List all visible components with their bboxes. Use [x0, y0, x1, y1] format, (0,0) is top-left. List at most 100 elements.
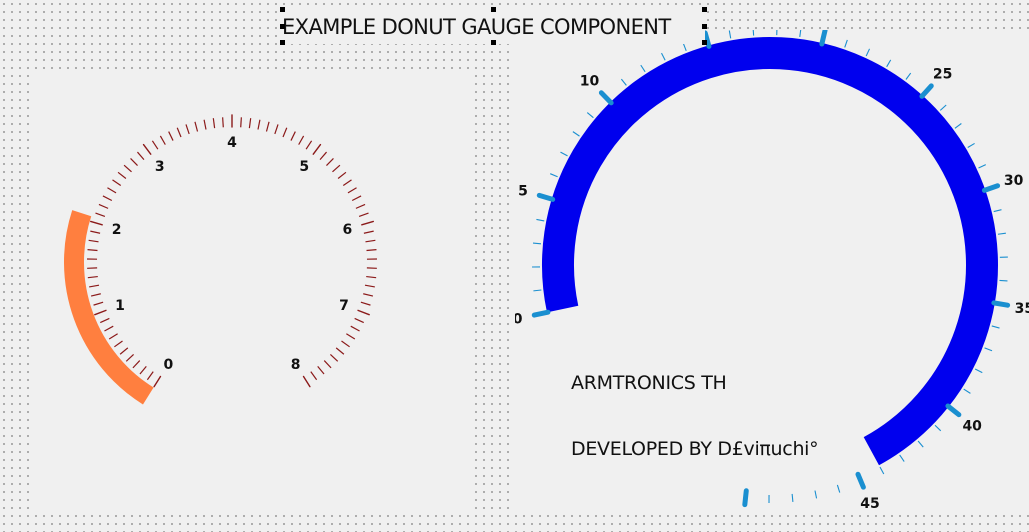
gauge-minor-tick [364, 284, 375, 288]
developer-label: DEVELOPED BY D£viπuchi° [571, 438, 819, 460]
resize-handle-middle-right[interactable] [702, 24, 707, 29]
gauge-major-tick [94, 309, 107, 316]
gauge-minor-tick [346, 333, 356, 340]
resize-handle-top-middle[interactable] [491, 7, 496, 12]
gauge-minor-tick [886, 59, 892, 68]
form-title-text: EXAMPLE DONUT GAUGE COMPONENT [282, 15, 671, 39]
resize-handle-bottom-right[interactable] [702, 40, 707, 45]
gauge-tick-label: 2 [112, 222, 122, 238]
gauge-minor-tick [620, 78, 627, 86]
gauge-minor-tick [978, 164, 987, 169]
gauge-minor-tick [967, 142, 975, 148]
gauge-minor-tick [533, 289, 542, 292]
left-donut-gauge[interactable]: 0 1 2 3 4 5 6 7 8 [30, 70, 470, 510]
gauge-minor-tick [95, 212, 106, 218]
gauge-value-bar [64, 210, 154, 405]
gauge-minor-tick [159, 135, 166, 145]
form-design-surface: 012345678 05101520253035404550 EXAMPLE D… [0, 0, 1029, 532]
gauge-minor-tick [999, 279, 1008, 282]
gauge-minor-tick [865, 48, 871, 57]
gauge-minor-tick [934, 424, 942, 432]
gauge-minor-tick [332, 164, 341, 173]
gauge-tick-label: 40 [962, 418, 982, 434]
gauge-minor-tick [90, 293, 101, 297]
gauge-major-tick [991, 300, 1011, 308]
gauge-major-tick [357, 309, 370, 316]
gauge-tick-label: 7 [339, 298, 349, 314]
gauge-minor-tick [222, 117, 224, 128]
gauge-minor-tick [168, 131, 174, 141]
gauge-minor-tick [107, 187, 117, 194]
gauge-major-tick [312, 143, 322, 155]
gauge-minor-tick [682, 43, 687, 51]
gauge-minor-tick [752, 30, 755, 36]
gauge-minor-tick [176, 127, 182, 138]
gauge-minor-tick [89, 284, 100, 288]
gauge-minor-tick [536, 218, 545, 222]
gauge-minor-tick [102, 195, 113, 202]
resize-handle-bottom-left[interactable] [280, 40, 285, 45]
gauge-minor-tick [146, 371, 154, 381]
gauge-minor-tick [130, 157, 138, 166]
resize-handle-bottom-middle[interactable] [491, 40, 496, 45]
gauge-minor-tick [993, 209, 1002, 213]
gauge-major-tick [598, 90, 614, 106]
gauge-minor-tick [532, 242, 542, 245]
gauge-minor-tick [550, 173, 558, 178]
gauge-minor-tick [132, 360, 141, 369]
gauge-minor-tick [112, 179, 122, 187]
gauge-minor-tick [365, 239, 376, 243]
gauge-minor-tick [93, 301, 104, 306]
gauge-minor-tick [326, 157, 334, 166]
gauge-tick-label: 1 [115, 298, 125, 314]
gauge-major-tick [742, 488, 749, 508]
gauge-minor-tick [274, 124, 279, 135]
gauge-minor-tick [265, 121, 270, 132]
gauge-minor-tick [347, 187, 357, 194]
gauge-major-tick [531, 309, 551, 318]
gauge-minor-tick [114, 340, 123, 348]
gauge-minor-tick [917, 440, 924, 448]
form-title-label[interactable]: EXAMPLE DONUT GAUGE COMPONENT [282, 10, 705, 44]
gauge-major-tick [855, 471, 866, 490]
resize-handle-top-left[interactable] [280, 7, 285, 12]
gauge-minor-tick [305, 140, 313, 150]
gauge-minor-tick [991, 325, 1000, 329]
resize-handle-top-right[interactable] [702, 7, 707, 12]
gauge-major-tick [302, 375, 311, 388]
gauge-minor-tick [366, 249, 377, 252]
gauge-minor-tick [212, 118, 216, 129]
gauge-minor-tick [139, 365, 147, 375]
gauge-minor-tick [335, 347, 345, 355]
gauge-minor-tick [640, 64, 646, 73]
gauge-minor-tick [125, 353, 134, 362]
gauge-major-tick [89, 220, 103, 226]
gauge-minor-tick [151, 140, 159, 150]
gauge-tick-label: 10 [580, 74, 600, 90]
gauge-tick-label: 0 [515, 312, 523, 328]
gauge-minor-tick [323, 360, 332, 369]
gauge-major-tick [361, 220, 375, 226]
gauge-minor-tick [939, 104, 947, 111]
gauge-tick-label: 30 [1004, 173, 1024, 189]
gauge-minor-tick [341, 340, 350, 348]
gauge-minor-tick [350, 325, 360, 332]
gauge-minor-tick [87, 275, 98, 279]
resize-handle-middle-left[interactable] [280, 24, 285, 29]
gauge-major-tick [142, 143, 152, 155]
gauge-minor-tick [586, 112, 594, 119]
gauge-minor-tick [997, 232, 1006, 235]
gauge-tick-label: 5 [299, 159, 309, 175]
gauge-minor-tick [123, 164, 132, 173]
gauge-tick-label: 0 [164, 357, 174, 373]
gauge-tick-label: 4 [227, 135, 237, 151]
gauge-major-tick [153, 375, 162, 388]
gauge-major-tick [819, 30, 828, 47]
gauge-minor-tick [298, 135, 305, 145]
gauge-minor-tick [88, 239, 99, 243]
gauge-minor-tick [317, 365, 325, 375]
gauge-minor-tick [90, 230, 101, 234]
gauge-minor-tick [185, 124, 190, 135]
gauge-minor-tick [366, 275, 377, 279]
gauge-minor-tick [290, 131, 296, 141]
